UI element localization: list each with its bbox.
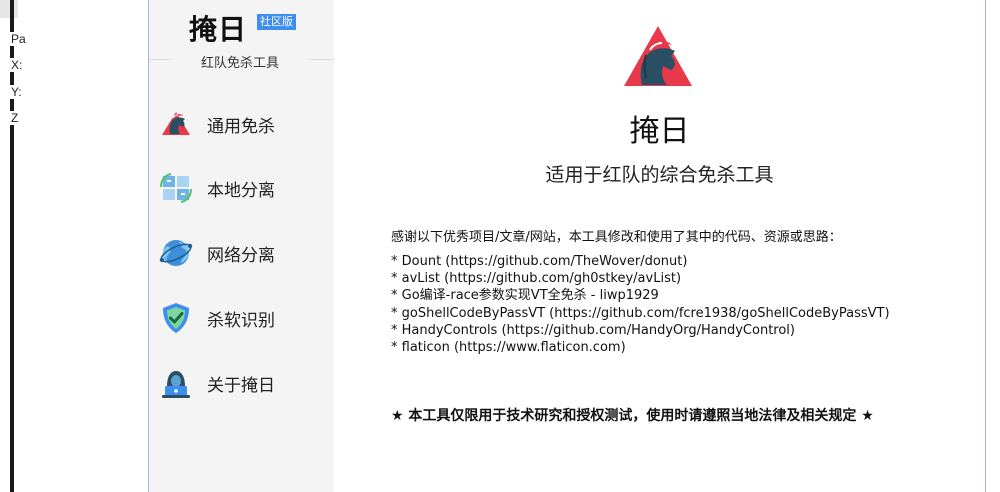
shield-check-icon: [159, 301, 193, 335]
hacker-laptop-icon: [159, 366, 193, 400]
background-label-x: X:: [10, 58, 23, 72]
page-title: 掩日: [629, 114, 690, 149]
sidebar-item-network-separation[interactable]: 网络分离: [159, 233, 329, 273]
sidebar-item-generic-bypass[interactable]: 通用免杀: [159, 104, 329, 144]
background-window-border: [10, 0, 14, 492]
brand-title: 掩日: [189, 13, 248, 46]
sidebar-item-av-detection[interactable]: 杀软识别: [159, 298, 329, 338]
horse-logo-icon: [159, 107, 193, 141]
sidebar-item-about[interactable]: 关于掩日: [159, 363, 329, 403]
credit-item: * flaticon (https://www.flaticon.com): [391, 340, 626, 356]
sidebar-item-label: 网络分离: [207, 245, 275, 266]
subtitle-divider-left: [149, 59, 171, 60]
background-window: Pa X: Y: Z: [0, 0, 150, 492]
globe-network-icon: [159, 236, 193, 270]
page-tagline: 适用于红队的综合免杀工具: [545, 164, 774, 186]
sidebar-item-label: 关于掩日: [207, 375, 275, 396]
background-label-z: Z: [10, 111, 19, 125]
disclaimer: ★ 本工具仅限用于技术研究和授权测试，使用时请遵照当地法律及相关规定 ★: [391, 408, 874, 424]
local-separation-icon: [159, 171, 193, 205]
subtitle-divider-right: [309, 59, 334, 60]
credit-item: * Go编译-race参数实现VT全免杀 - liwp1929: [391, 288, 659, 304]
credit-item: * avList (https://github.com/gh0stkey/av…: [391, 271, 682, 287]
credit-item: * HandyControls (https://github.com/Hand…: [391, 322, 795, 338]
app-window: 掩日 社区版 红队免杀工具 通用免杀 本地分离 网络分离 杀软识别 关于掩日 掩…: [148, 0, 986, 492]
background-window-corner: [0, 0, 18, 18]
sidebar-item-label: 通用免杀: [207, 116, 275, 137]
sidebar: 掩日 社区版 红队免杀工具 通用免杀 本地分离 网络分离 杀软识别 关于掩日: [149, 0, 334, 492]
sidebar-item-label: 杀软识别: [207, 310, 275, 331]
about-panel: 掩日 适用于红队的综合免杀工具 感谢以下优秀项目/文章/网站，本工具修改和使用了…: [334, 0, 985, 492]
background-label-y: Y:: [10, 85, 22, 99]
edition-badge: 社区版: [257, 14, 296, 30]
thanks-intro: 感谢以下优秀项目/文章/网站，本工具修改和使用了其中的代码、资源或思路：: [391, 230, 842, 245]
brand-subtitle: 红队免杀工具: [201, 56, 280, 71]
credit-item: * goShellCodeByPassVT (https://github.co…: [391, 305, 890, 321]
credits-list: * Dount (https://github.com/TheWover/don…: [391, 253, 890, 356]
credit-item: * Dount (https://github.com/TheWover/don…: [391, 254, 688, 269]
horse-logo-icon: [624, 26, 692, 86]
background-label-pa: Pa: [10, 32, 26, 46]
sidebar-item-label: 本地分离: [207, 180, 275, 201]
sidebar-item-local-separation[interactable]: 本地分离: [159, 168, 329, 208]
